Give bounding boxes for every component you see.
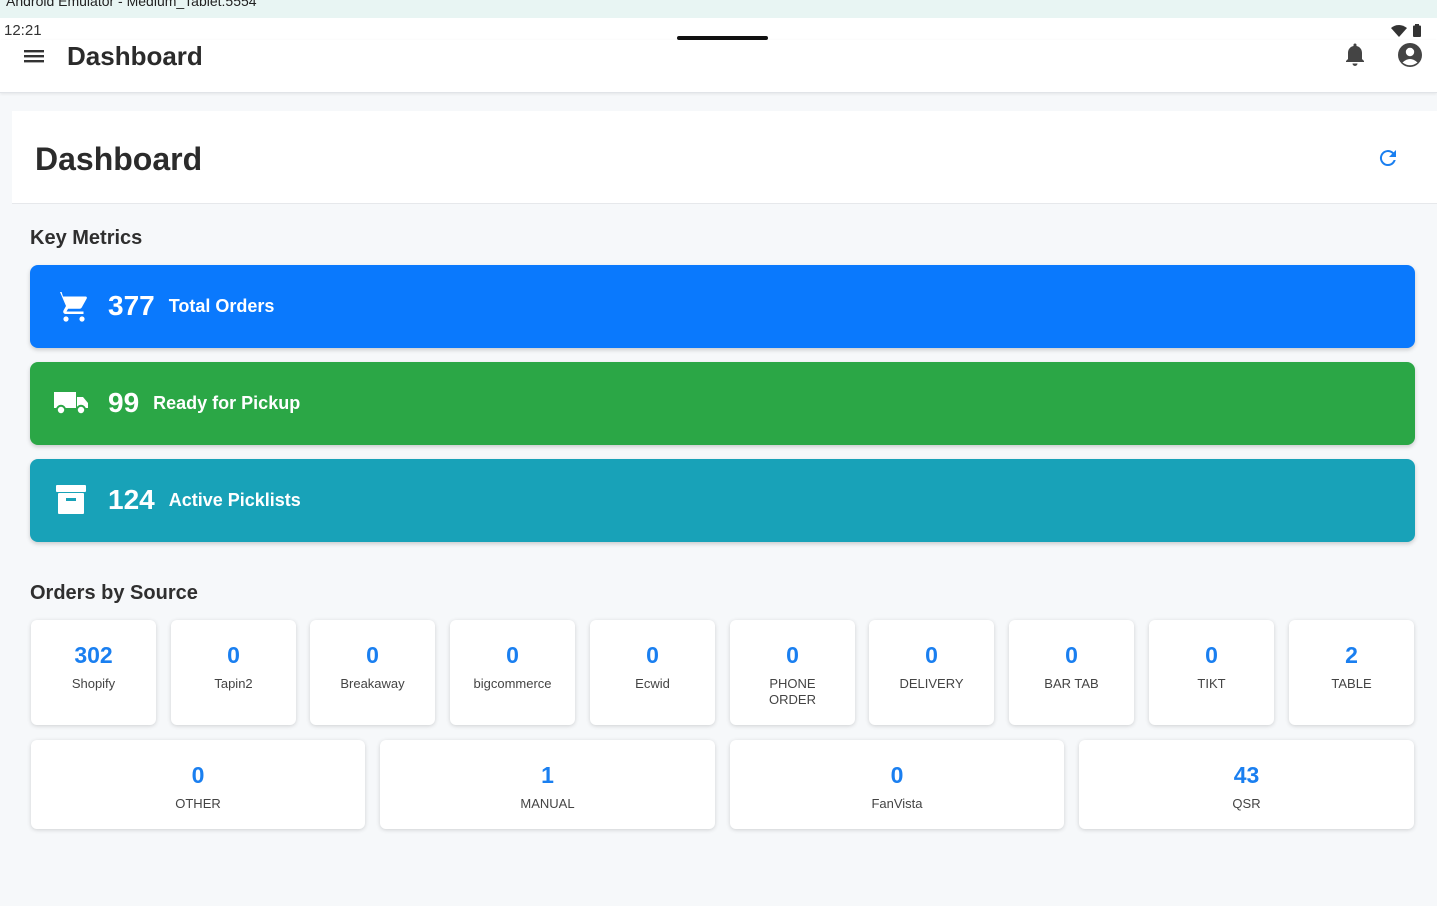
source-count: 0 (1065, 642, 1078, 668)
source-label: DELIVERY (899, 676, 964, 691)
account-circle-icon (1398, 43, 1422, 67)
emulator-window-title-bar: Android Emulator - Medium_Tablet:5554 (0, 0, 1437, 18)
metric-label: Ready for Pickup (153, 393, 301, 413)
hamburger-menu-icon (24, 50, 44, 63)
source-card-phone-order[interactable]: 0 PHONE ORDER (730, 620, 855, 725)
source-card-delivery[interactable]: 0 DELIVERY (869, 620, 994, 725)
page-header: Dashboard (12, 111, 1437, 204)
orders-by-source-heading: Orders by Source (30, 582, 198, 604)
source-card-tikt[interactable]: 0 TIKT (1149, 620, 1274, 725)
refresh-icon (1379, 150, 1396, 167)
page-title: Dashboard (35, 141, 203, 177)
metric-content: 124 Active Picklists (108, 483, 301, 517)
source-label: bigcommerce (473, 676, 552, 691)
status-time: 12:21 (4, 22, 42, 39)
source-count: 0 (366, 642, 379, 668)
source-count: 1 (541, 762, 554, 788)
source-card-fanvista[interactable]: 0 FanVista (730, 740, 1064, 829)
menu-button[interactable] (22, 46, 48, 66)
source-label: PHONE ORDER (769, 676, 816, 707)
cart-icon (55, 292, 87, 322)
source-card-qsr[interactable]: 43 QSR (1079, 740, 1414, 829)
truck-icon (54, 392, 88, 416)
key-metrics-heading: Key Metrics (30, 227, 143, 249)
app-bar: Dashboard (0, 40, 1437, 93)
source-card-manual[interactable]: 1 MANUAL (380, 740, 715, 829)
metric-label: Active Picklists (168, 490, 301, 510)
source-card-breakaway[interactable]: 0 Breakaway (310, 620, 435, 725)
source-card-shopify[interactable]: 302 Shopify (31, 620, 156, 725)
source-card-bigcommerce[interactable]: 0 bigcommerce (450, 620, 575, 725)
source-label: Ecwid (635, 676, 670, 691)
source-label: TIKT (1197, 676, 1226, 691)
bell-icon (1346, 43, 1364, 66)
app-bar-title: Dashboard (67, 41, 203, 71)
source-label: QSR (1232, 796, 1261, 811)
source-card-bar-tab[interactable]: 0 BAR TAB (1009, 620, 1134, 725)
metric-content: 99 Ready for Pickup (108, 386, 300, 420)
battery-icon (1413, 24, 1421, 37)
source-label: TABLE (1331, 676, 1372, 691)
source-count: 43 (1233, 762, 1260, 788)
wifi-icon (1391, 24, 1407, 37)
source-label: Tapin2 (214, 676, 253, 691)
metric-content: 377 Total Orders (108, 289, 274, 323)
source-count: 302 (74, 642, 113, 668)
source-card-ecwid[interactable]: 0 Ecwid (590, 620, 715, 725)
metric-value: 99 (108, 387, 140, 418)
source-label: MANUAL (520, 796, 575, 811)
source-count: 0 (925, 642, 938, 668)
source-count: 0 (890, 762, 904, 788)
source-card-other[interactable]: 0 OTHER (31, 740, 365, 829)
metric-card-ready-for-pickup[interactable]: 99 Ready for Pickup (30, 362, 1415, 445)
metric-value: 377 (108, 290, 155, 321)
source-count: 0 (506, 642, 519, 668)
source-label: OTHER (175, 796, 221, 811)
source-label: FanVista (871, 796, 923, 811)
source-card-tapin2[interactable]: 0 Tapin2 (171, 620, 296, 725)
refresh-button[interactable] (1376, 146, 1400, 170)
source-card-table[interactable]: 2 TABLE (1289, 620, 1414, 725)
metric-value: 124 (108, 484, 155, 515)
source-count: 0 (786, 642, 799, 668)
source-count: 2 (1345, 642, 1358, 668)
window-title: Android Emulator - Medium_Tablet:5554 (6, 0, 257, 9)
system-icons (1391, 24, 1421, 37)
account-button[interactable] (1397, 42, 1423, 68)
metric-card-active-picklists[interactable]: 124 Active Picklists (30, 459, 1415, 542)
source-label: BAR TAB (1044, 676, 1099, 691)
source-count: 0 (191, 762, 205, 788)
notifications-button[interactable] (1343, 42, 1367, 68)
source-count: 0 (227, 642, 240, 668)
metric-card-total-orders[interactable]: 377 Total Orders (30, 265, 1415, 348)
source-count: 0 (646, 642, 659, 668)
source-label: Breakaway (340, 676, 405, 691)
source-label: Shopify (71, 676, 116, 691)
metric-label: Total Orders (168, 296, 275, 316)
source-count: 0 (1205, 642, 1218, 668)
archive-icon (56, 485, 86, 514)
